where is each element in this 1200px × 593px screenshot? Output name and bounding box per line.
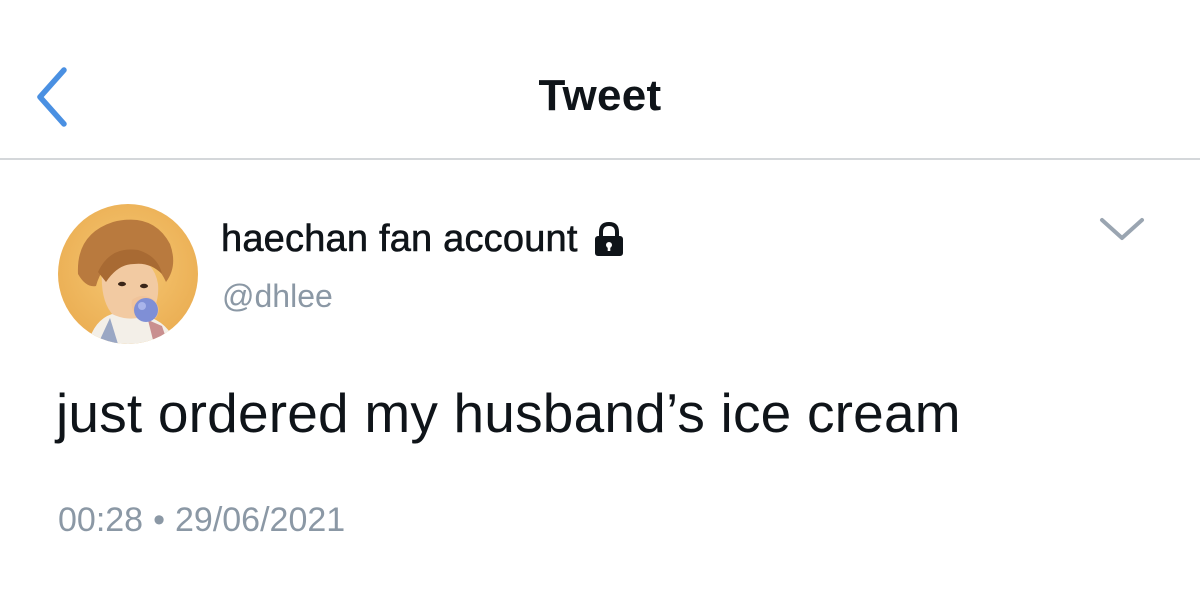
page-title: Tweet [538,71,662,120]
author-name-row: haechan fan account [221,214,626,264]
top-navigation-bar: Tweet [0,0,1200,160]
tweet-timestamp[interactable]: 00:28 • 29/06/2021 [58,498,345,542]
tweet-time: 00:28 [58,501,144,539]
tweet-card: haechan fan account @dhlee just ordered … [0,160,1200,593]
avatar[interactable] [58,204,198,344]
lock-icon [592,221,626,257]
display-name[interactable]: haechan fan account [221,217,578,261]
tweet-date: 29/06/2021 [175,501,346,539]
tweet-text: just ordered my husband’s ice cream [56,382,961,444]
user-handle[interactable]: @dhlee [222,276,333,316]
chevron-down-icon [1100,218,1144,240]
more-options-button[interactable] [1096,210,1148,250]
meta-separator: • [153,501,165,539]
